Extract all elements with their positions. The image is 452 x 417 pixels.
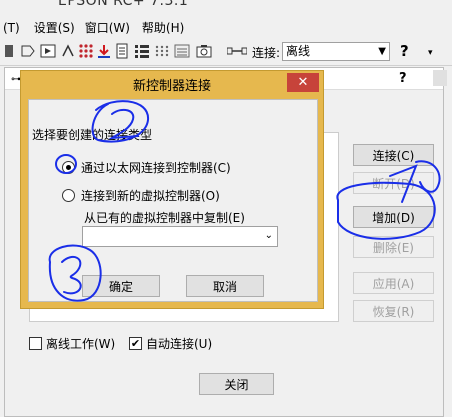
menu-bar: (T) 设置(S) 窗口(W) 帮助(H)	[0, 18, 452, 37]
dialog-title: 新控制器连接	[132, 79, 211, 94]
checkbox-box	[29, 337, 42, 350]
toolbar: 连接: 离线 ▼ ? ▾	[0, 38, 452, 66]
toolbar-overflow-icon[interactable]: ▾	[428, 48, 433, 58]
connect-button[interactable]: 连接(C)	[353, 144, 434, 166]
document-icon[interactable]	[114, 43, 130, 59]
window-help-button[interactable]: ?	[399, 71, 407, 86]
add-button[interactable]: 增加(D)	[353, 206, 434, 228]
tag-icon[interactable]	[20, 43, 36, 59]
toolbar-cut-icon[interactable]	[2, 43, 18, 59]
auto-connect-checkbox[interactable]: ✔ 自动连接(U)	[129, 335, 212, 352]
grid-icon[interactable]	[134, 43, 150, 59]
camera-icon[interactable]	[196, 43, 212, 59]
chevron-down-icon: ⌄	[264, 230, 273, 241]
list-icon[interactable]	[174, 43, 190, 59]
virtual-controller-radio[interactable]: 连接到新的虚拟控制器(O)	[62, 187, 220, 204]
io-monitor-icon[interactable]	[78, 43, 94, 59]
chevron-down-icon: ▼	[378, 46, 386, 57]
dot-matrix-icon[interactable]	[154, 43, 170, 59]
app-title: EPSON RC+ 7.3.1	[58, 0, 189, 9]
apply-button[interactable]: 应用(A)	[353, 272, 434, 294]
disconnect-button[interactable]: 断开(D)	[353, 172, 434, 194]
radio-unselected-icon	[62, 189, 75, 202]
restore-button[interactable]: 恢复(R)	[353, 300, 434, 322]
copy-from-select[interactable]: ⌄	[82, 226, 278, 247]
help-button[interactable]: ?	[400, 42, 409, 60]
close-icon[interactable]: ✕	[287, 73, 319, 92]
menu-item-help[interactable]: 帮助(H)	[142, 19, 184, 36]
menu-item-tools[interactable]: (T)	[3, 21, 20, 35]
copy-from-label: 从已有的虚拟控制器中复制(E)	[84, 211, 245, 225]
ok-button[interactable]: 确定	[82, 275, 160, 297]
menu-item-window[interactable]: 窗口(W)	[85, 19, 130, 36]
connection-select[interactable]: 离线 ▼	[282, 42, 390, 61]
ethernet-connection-radio[interactable]: 通过以太网连接到控制器(C)	[62, 159, 231, 176]
connection-label: 连接:	[252, 46, 281, 60]
delete-button[interactable]: 删除(E)	[353, 236, 434, 258]
virtual-controller-label: 连接到新的虚拟控制器(O)	[81, 189, 220, 203]
connection-value: 离线	[286, 44, 311, 58]
run-window-icon[interactable]	[40, 43, 56, 59]
plot-icon[interactable]	[60, 43, 76, 59]
connection-icon	[226, 43, 248, 59]
window-close-button[interactable]	[433, 70, 447, 86]
auto-connect-label: 自动连接(U)	[146, 337, 213, 351]
menu-item-settings[interactable]: 设置(S)	[34, 19, 75, 36]
cancel-button[interactable]: 取消	[186, 275, 264, 297]
offline-work-checkbox[interactable]: 离线工作(W)	[29, 335, 115, 352]
close-button[interactable]: 关闭	[199, 373, 274, 395]
ethernet-connection-label: 通过以太网连接到控制器(C)	[81, 161, 231, 175]
radio-selected-icon	[62, 161, 75, 174]
offline-work-label: 离线工作(W)	[46, 337, 116, 351]
connection-type-prompt: 选择要创建的连接类型	[32, 128, 153, 142]
download-icon[interactable]	[96, 43, 112, 59]
checkmark-icon: ✔	[129, 337, 142, 350]
